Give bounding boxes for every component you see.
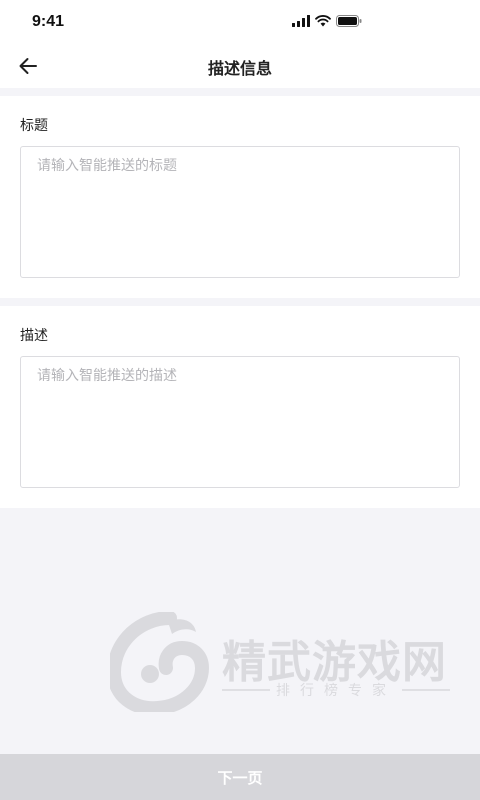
- screen: 9:41 描述信息 标题 请输入智能推送的标题 描述 请输入智能推送的描述 精武…: [0, 0, 480, 800]
- nav-bar: 描述信息: [0, 44, 480, 88]
- watermark-divider-left: [222, 689, 270, 691]
- status-bar: 9:41: [0, 0, 480, 44]
- title-input[interactable]: [20, 146, 460, 278]
- signal-bars-icon: [292, 15, 310, 27]
- description-input[interactable]: [20, 356, 460, 488]
- watermark-logo-icon: [110, 612, 210, 712]
- description-section: 描述: [0, 306, 480, 508]
- watermark-subtitle: 排行榜专家: [276, 683, 396, 699]
- page-title: 描述信息: [207, 59, 272, 78]
- description-label: 描述: [20, 328, 48, 344]
- watermark: 精武游戏网 排行榜专家: [110, 612, 455, 712]
- status-icons: [292, 15, 362, 27]
- watermark-subtitle-row: 排行榜专家: [222, 680, 450, 700]
- next-page-button[interactable]: 下一页: [0, 754, 480, 800]
- title-label: 标题: [20, 118, 48, 134]
- battery-icon: [336, 15, 362, 27]
- title-section: 标题: [0, 96, 480, 298]
- watermark-divider-right: [402, 689, 450, 691]
- wifi-icon: [315, 15, 331, 27]
- status-time: 9:41: [32, 13, 65, 30]
